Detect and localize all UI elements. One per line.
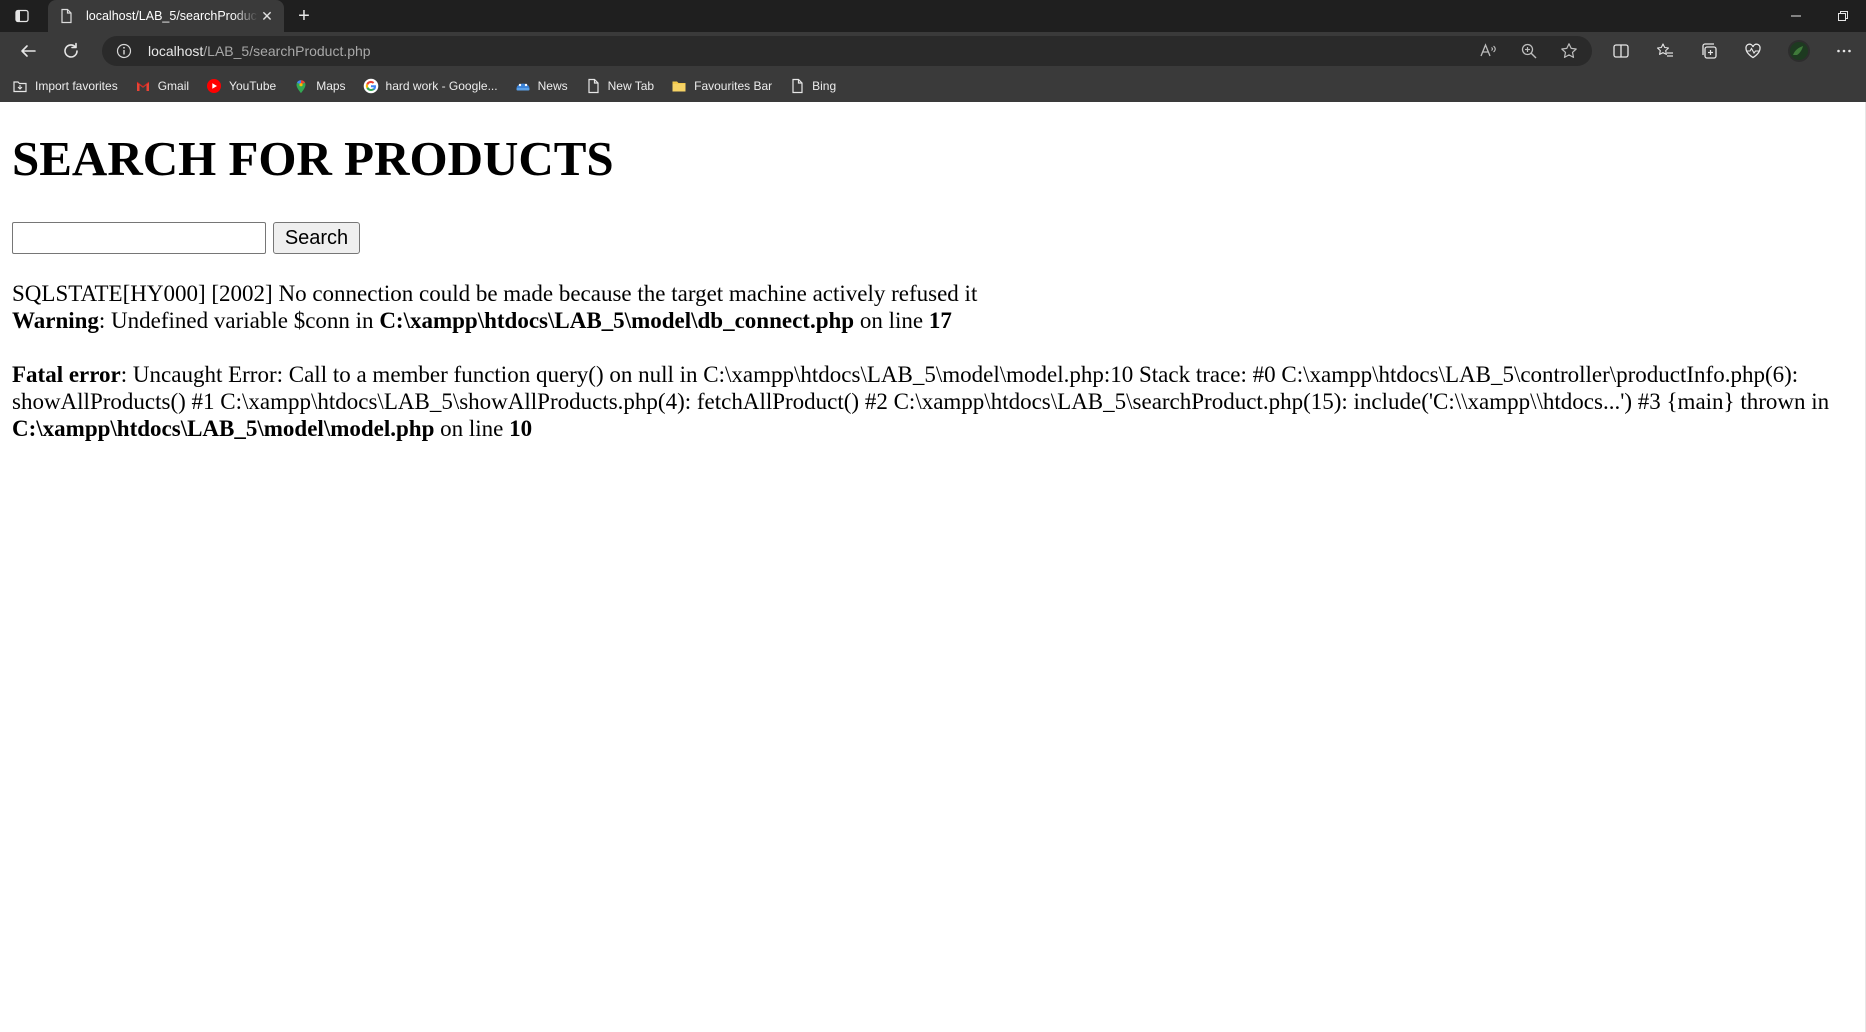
favorites-icon[interactable]	[1653, 39, 1677, 63]
favorite-news[interactable]: News	[515, 74, 568, 98]
search-button[interactable]: Search	[273, 222, 360, 254]
favorite-new-tab[interactable]: New Tab	[585, 74, 654, 98]
browser-window: localhost/LAB_5/searchProduct.php ✕ + lo…	[0, 0, 1866, 1032]
more-options-icon[interactable]	[1832, 39, 1856, 63]
back-arrow-icon[interactable]	[16, 39, 40, 63]
favorite-label: YouTube	[229, 79, 277, 93]
favorite-import[interactable]: Import favorites	[12, 74, 118, 98]
favorite-label: Gmail	[157, 79, 190, 93]
favorite-favourites-bar[interactable]: Favourites Bar	[671, 74, 772, 98]
import-icon	[12, 78, 28, 94]
sql-error-message: SQLSTATE[HY000] [2002] No connection cou…	[12, 281, 978, 306]
new-tab-button[interactable]: +	[294, 6, 314, 26]
fatal-line-number: 10	[509, 416, 533, 441]
close-tab-icon[interactable]: ✕	[258, 7, 276, 25]
tab-title: localhost/LAB_5/searchProduct.php	[86, 9, 258, 23]
tab-strip: localhost/LAB_5/searchProduct.php ✕ +	[0, 0, 1866, 32]
page-icon	[585, 78, 601, 94]
address-bar[interactable]: localhost/LAB_5/searchProduct.php	[102, 36, 1592, 66]
warning-message: Warning: Undefined variable $conn in C:\…	[12, 307, 1852, 334]
favorite-gmail[interactable]: Gmail	[135, 74, 189, 98]
maps-icon	[293, 78, 309, 94]
favorite-maps[interactable]: Maps	[293, 74, 346, 98]
favorite-hard-work[interactable]: hard work - Google...	[363, 74, 498, 98]
browser-tab[interactable]: localhost/LAB_5/searchProduct.php ✕	[48, 0, 284, 32]
google-icon	[363, 78, 379, 94]
url-path: /LAB_5/searchProduct.php	[203, 43, 371, 59]
favorite-label: Bing	[812, 79, 837, 93]
page-icon	[789, 78, 805, 94]
fatal-text: : Uncaught Error: Call to a member funct…	[12, 362, 1830, 414]
collections-icon[interactable]	[1697, 39, 1721, 63]
favorite-star-icon[interactable]	[1560, 42, 1578, 60]
browser-essentials-icon[interactable]	[1741, 39, 1765, 63]
fatal-on-line: on line	[434, 416, 510, 441]
profile-avatar[interactable]	[1787, 39, 1811, 63]
favorite-label: Favourites Bar	[694, 79, 773, 93]
news-icon	[515, 78, 531, 94]
page-title: SEARCH FOR PRODUCTS	[12, 131, 614, 186]
favorite-bing[interactable]: Bing	[789, 74, 836, 98]
url-text: localhost/LAB_5/searchProduct.php	[148, 43, 371, 59]
youtube-icon	[206, 78, 222, 94]
minimize-button[interactable]	[1773, 0, 1819, 32]
favorite-label: Maps	[316, 79, 346, 93]
favorite-label: News	[537, 79, 568, 93]
fatal-label: Fatal error	[12, 362, 121, 387]
page-content: SEARCH FOR PRODUCTS Search SQLSTATE[HY00…	[0, 102, 1866, 1032]
warning-line-number: 17	[928, 308, 952, 333]
favorite-label: hard work - Google...	[385, 79, 498, 93]
fatal-file: C:\xampp\htdocs\LAB_5\model\model.php	[12, 416, 435, 441]
favorite-label: Import favorites	[35, 79, 118, 93]
search-input[interactable]	[12, 222, 266, 254]
warning-label: Warning	[12, 308, 99, 333]
info-icon[interactable]	[116, 43, 132, 59]
warning-file: C:\xampp\htdocs\LAB_5\model\db_connect.p…	[379, 308, 855, 333]
zoom-icon[interactable]	[1520, 42, 1538, 60]
split-screen-icon[interactable]	[1609, 39, 1633, 63]
restore-button[interactable]	[1820, 0, 1866, 32]
fatal-error-message: Fatal error: Uncaught Error: Call to a m…	[12, 361, 1852, 442]
read-aloud-icon[interactable]	[1479, 42, 1497, 60]
folder-icon	[671, 78, 687, 94]
warning-text: : Undefined variable $conn in	[98, 308, 380, 333]
refresh-icon[interactable]	[59, 39, 83, 63]
tab-actions-icon[interactable]	[14, 8, 30, 24]
warning-on-line: on line	[854, 308, 929, 333]
favorite-youtube[interactable]: YouTube	[206, 74, 276, 98]
gmail-icon	[135, 78, 151, 94]
favorite-label: New Tab	[607, 79, 655, 93]
favorites-bar: Import favorites Gmail YouTube Maps hard…	[0, 70, 1866, 102]
url-host: localhost	[148, 43, 204, 59]
browser-toolbar: localhost/LAB_5/searchProduct.php	[0, 32, 1866, 70]
page-icon	[58, 8, 74, 24]
